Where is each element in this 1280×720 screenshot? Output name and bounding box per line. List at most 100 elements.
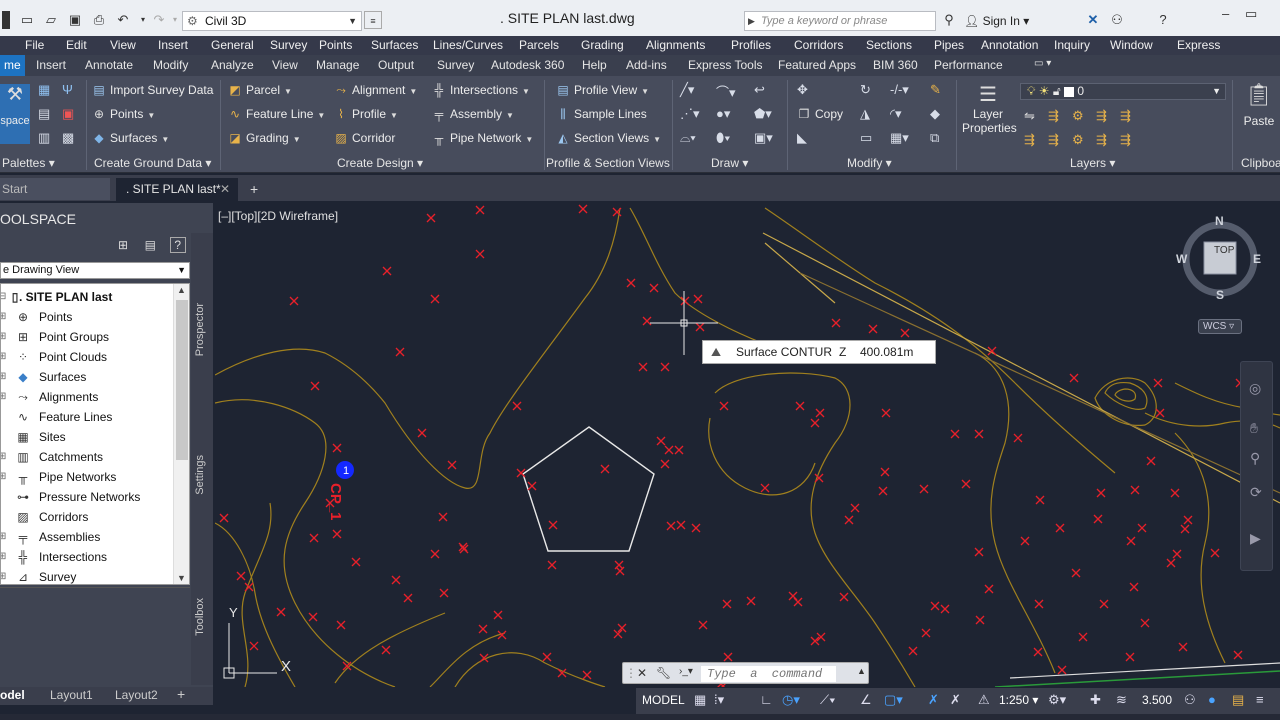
- survey-point-marker[interactable]: [844, 515, 854, 525]
- tab-toolbox[interactable]: Toolbox: [194, 598, 206, 636]
- construction-line-icon[interactable]: ⋰▾: [680, 106, 700, 122]
- tab-bim-360[interactable]: BIM 360: [873, 58, 918, 72]
- survey-point-marker[interactable]: [438, 512, 448, 522]
- annotation-scale-icon[interactable]: ⚠: [978, 692, 990, 708]
- survey-point-marker[interactable]: [1153, 378, 1163, 388]
- object-snap-tracking-icon[interactable]: ∠: [860, 692, 872, 708]
- fillet-icon[interactable]: ◜▾: [890, 106, 902, 122]
- survey-point-marker[interactable]: [664, 445, 674, 455]
- erase-icon[interactable]: ✎: [930, 82, 941, 98]
- app-menu-button[interactable]: [2, 11, 10, 29]
- survey-point-marker[interactable]: [542, 652, 552, 662]
- survey-point-marker[interactable]: [691, 523, 701, 533]
- view-cube[interactable]: TOP N S E W: [1176, 214, 1261, 302]
- showmotion-icon[interactable]: ▶: [1250, 530, 1261, 547]
- survey-point-marker[interactable]: [578, 204, 588, 214]
- exchange-icon[interactable]: ✕: [1084, 11, 1102, 29]
- ellipse-icon[interactable]: ⬮▾: [716, 130, 731, 146]
- polyline-icon[interactable]: ⌒▾: [716, 82, 736, 101]
- offset-icon[interactable]: ⧉: [930, 130, 939, 146]
- survey-point-marker[interactable]: [795, 401, 805, 411]
- help-icon[interactable]: ?: [169, 237, 186, 253]
- circle-icon[interactable]: ●▾: [716, 106, 730, 122]
- survey-point-marker[interactable]: [1020, 536, 1030, 546]
- survey-point-marker[interactable]: [723, 652, 733, 662]
- mirror-icon[interactable]: ◮: [860, 106, 870, 122]
- survey-point-marker[interactable]: [236, 571, 246, 581]
- tab-start[interactable]: Start: [0, 178, 110, 200]
- tab-featured-apps[interactable]: Featured Apps: [778, 58, 856, 72]
- tab-annotate[interactable]: Annotate: [85, 58, 133, 72]
- survey-point-marker[interactable]: [788, 591, 798, 601]
- survey-point-marker[interactable]: [395, 347, 405, 357]
- survey-point-marker[interactable]: [403, 593, 413, 603]
- survey-point-marker[interactable]: [1166, 558, 1176, 568]
- survey-point-marker[interactable]: [336, 620, 346, 630]
- section-views-button[interactable]: ◭ Section Views ▼: [556, 131, 661, 145]
- viewport-controls-label[interactable]: [–][Top][2D Wireframe]: [218, 209, 338, 223]
- profile-button[interactable]: ⌇ Profile ▼: [334, 107, 398, 121]
- customization-icon[interactable]: ≡: [1256, 692, 1264, 707]
- layer-tool-icon[interactable]: ⇶: [1120, 108, 1131, 124]
- menu-annotation[interactable]: Annotation: [981, 38, 1038, 52]
- survey-point-marker[interactable]: [850, 503, 860, 513]
- survey-point-marker[interactable]: [1183, 515, 1193, 525]
- menu-file[interactable]: File: [25, 38, 44, 52]
- tree-scrollbar[interactable]: ▲ ▼: [173, 284, 189, 584]
- survey-point-marker[interactable]: [1126, 536, 1136, 546]
- survey-point-marker[interactable]: [746, 596, 756, 606]
- tree-item-drawing[interactable]: ⊟▯. SITE PLAN last: [1, 287, 173, 307]
- survey-point-marker[interactable]: [649, 283, 659, 293]
- layers-panel-title[interactable]: Layers ▾: [1070, 156, 1115, 170]
- tree-item-catchments[interactable]: ⊞ ▥ Catchments: [1, 447, 173, 467]
- survey-point-marker[interactable]: [793, 597, 803, 607]
- survey-point-marker[interactable]: [417, 428, 427, 438]
- menu-window[interactable]: Window: [1110, 38, 1153, 52]
- tab-prospector[interactable]: Prospector: [194, 303, 206, 356]
- array-icon[interactable]: ▦▾: [890, 130, 909, 146]
- survey-point-marker[interactable]: [719, 401, 729, 411]
- survey-point-marker[interactable]: [676, 520, 686, 530]
- survey-point-marker[interactable]: [1172, 549, 1182, 559]
- tab-view[interactable]: View: [272, 58, 298, 72]
- menu-view[interactable]: View: [110, 38, 136, 52]
- menu-parcels[interactable]: Parcels: [519, 38, 559, 52]
- survey-point-marker[interactable]: [582, 670, 592, 680]
- menu-inquiry[interactable]: Inquiry: [1054, 38, 1090, 52]
- parcel-button[interactable]: ◩ Parcel ▼: [228, 83, 292, 97]
- corridor-button[interactable]: ▨ Corridor: [334, 131, 395, 145]
- points-button[interactable]: ⊕ Points ▼: [92, 107, 155, 121]
- survey-point-marker[interactable]: [868, 324, 878, 334]
- survey-point-marker[interactable]: [391, 575, 401, 585]
- menu-surfaces[interactable]: Surfaces: [371, 38, 418, 52]
- a360-icon[interactable]: ⚇: [1108, 11, 1126, 29]
- menu-survey[interactable]: Survey: [270, 38, 307, 52]
- survey-point-marker[interactable]: [674, 445, 684, 455]
- survey-point-marker[interactable]: [974, 429, 984, 439]
- menu-sections[interactable]: Sections: [866, 38, 912, 52]
- tab-express-tools[interactable]: Express Tools: [688, 58, 762, 72]
- object-snap-icon[interactable]: ▢▾: [884, 692, 903, 708]
- survey-point-marker[interactable]: [921, 628, 931, 638]
- prospector-palette-icon[interactable]: ▦: [38, 82, 50, 98]
- toolbox-icon[interactable]: ▣: [62, 106, 74, 122]
- survey-point-marker[interactable]: [814, 473, 824, 483]
- survey-point-marker[interactable]: [1170, 488, 1180, 498]
- survey-point-marker[interactable]: [1034, 599, 1044, 609]
- menu-express[interactable]: Express: [1177, 38, 1220, 52]
- binoculars-icon[interactable]: ⚲: [940, 11, 958, 29]
- command-input[interactable]: [701, 666, 836, 682]
- tree-item-assemblies[interactable]: ⊞ ╤ Assemblies: [1, 527, 173, 547]
- compass-east[interactable]: E: [1253, 252, 1261, 266]
- survey-point-marker[interactable]: [475, 205, 485, 215]
- survey-point-marker[interactable]: [1125, 652, 1135, 662]
- help-icon[interactable]: ?: [1154, 11, 1172, 29]
- zoom-icon[interactable]: ⚲: [1250, 450, 1260, 467]
- compass-west[interactable]: W: [1176, 252, 1187, 266]
- tree-item-point-clouds[interactable]: ⊞ ⁘ Point Clouds: [1, 347, 173, 367]
- view-select[interactable]: e Drawing View ▼: [0, 262, 190, 279]
- sign-in-button[interactable]: 👤︎ Sign In ▾: [964, 14, 1029, 28]
- move-icon[interactable]: ✥: [797, 82, 808, 98]
- polar-tracking-icon[interactable]: ◷▾: [782, 692, 800, 708]
- survey-point-marker[interactable]: [961, 479, 971, 489]
